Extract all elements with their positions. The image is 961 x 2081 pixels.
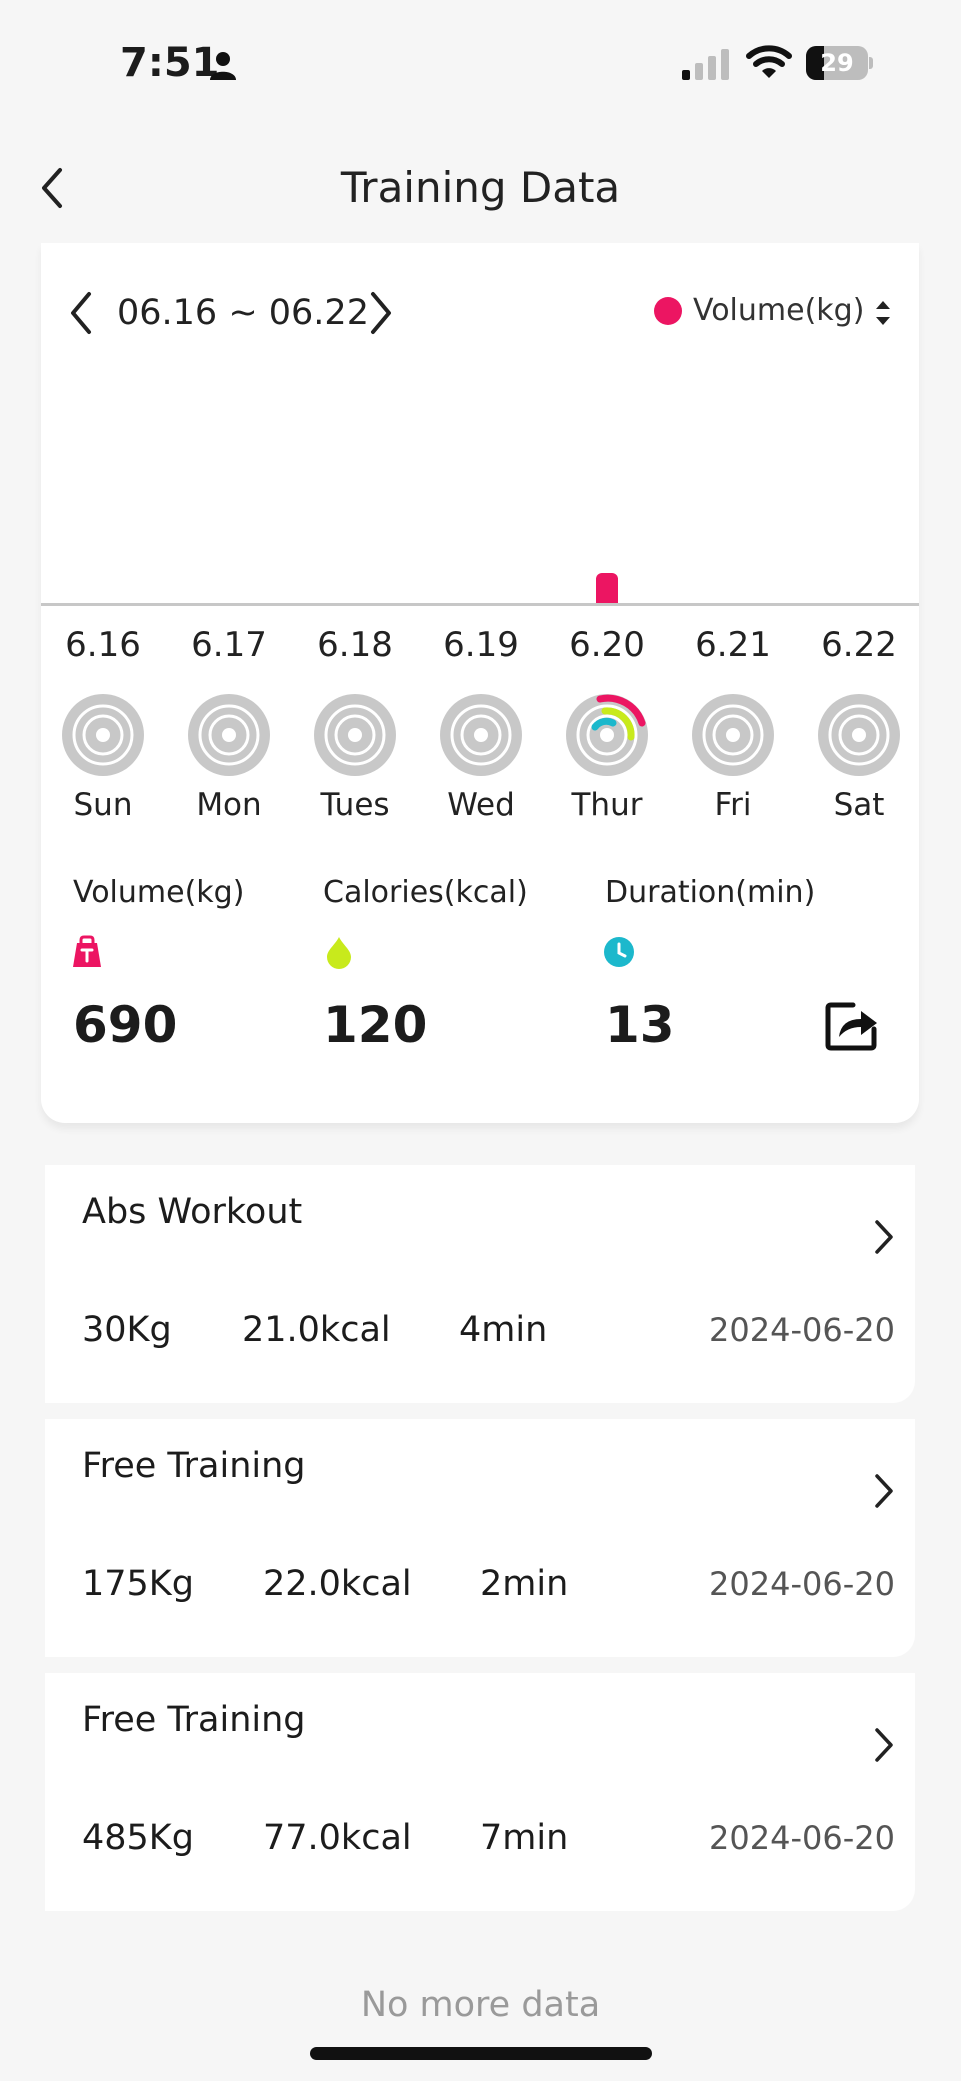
workout-date: 2024-06-20 [709,1311,895,1349]
workout-calories: 21.0kcal [242,1310,391,1350]
day-activity-ring[interactable] [187,693,271,777]
workout-volume: 485Kg [82,1818,194,1858]
day-activity-ring[interactable] [565,693,649,777]
chevron-right-icon [875,1220,893,1254]
volume-bar-chart [41,363,919,605]
day-date-label: 6.20 [569,625,645,665]
clock-icon [604,937,634,967]
wifi-icon [746,45,792,78]
day-date-label: 6.18 [317,625,393,665]
workout-date: 2024-06-20 [709,1819,895,1857]
workout-record-card[interactable]: Free Training 485Kg 77.0kcal 7min 2024-06-20 [45,1673,915,1911]
day-activity-ring[interactable] [817,693,901,777]
workout-title: Abs Workout [82,1192,303,1232]
share-icon[interactable] [825,999,879,1051]
legend-dot [654,297,682,325]
workout-record-card[interactable]: Abs Workout 30Kg 21.0kcal 4min 2024-06-20 [45,1165,915,1403]
kettlebell-icon [73,935,101,967]
chart-baseline [41,603,919,606]
metric-legend-label[interactable]: Volume(kg) [693,289,864,333]
no-more-data-label: No more data [360,1985,601,2025]
person-icon [210,52,236,80]
next-week-button[interactable] [363,288,399,338]
page-title: Training Data [340,163,621,212]
status-time: 7:51 [120,40,220,86]
workout-duration: 7min [480,1818,569,1858]
workout-date: 2024-06-20 [709,1565,895,1603]
home-indicator[interactable] [310,2047,652,2060]
day-date-label: 6.16 [65,625,141,665]
workout-duration: 4min [459,1310,548,1350]
chart-bar[interactable] [596,572,618,603]
workout-duration: 2min [480,1564,569,1604]
workout-volume: 175Kg [82,1564,194,1604]
weekday-label: Sat [833,787,885,823]
previous-week-button[interactable] [63,288,99,338]
day-activity-ring[interactable] [691,693,775,777]
calories-stat-label: Calories(kcal) [323,875,528,910]
weekday-label: Tues [320,787,390,823]
day-activity-ring[interactable] [439,693,523,777]
calories-stat-value: 120 [323,996,428,1054]
volume-stat-label: Volume(kg) [73,875,245,910]
weekday-label: Fri [714,787,752,823]
duration-stat-label: Duration(min) [605,875,816,910]
week-range: 06.16 ~ 06.22 [117,293,369,333]
status-bar: 7:51 29 [0,0,961,130]
workout-title: Free Training [82,1446,306,1486]
sort-toggle-icon[interactable] [873,297,893,329]
weekly-summary-card: 06.16 ~ 06.22 Volume(kg) 6.16 Sun 6.17 Mon 6… [41,243,919,1123]
workout-volume: 30Kg [82,1310,172,1350]
volume-stat-value: 690 [73,996,178,1054]
day-date-label: 6.21 [695,625,771,665]
duration-stat-value: 13 [605,996,675,1054]
battery-indicator: 29 [806,46,873,80]
day-activity-ring[interactable] [61,693,145,777]
day-activity-ring[interactable] [313,693,397,777]
weekday-label: Sun [73,787,133,823]
day-date-label: 6.22 [821,625,897,665]
weekday-label: Thur [571,787,643,823]
cellular-signal-icon [682,49,729,80]
battery-percentage: 29 [820,49,854,77]
flame-drop-icon [327,937,351,969]
day-date-label: 6.19 [443,625,519,665]
workout-calories: 77.0kcal [263,1818,412,1858]
weekday-label: Mon [196,787,262,823]
workout-title: Free Training [82,1700,306,1740]
day-date-label: 6.17 [191,625,267,665]
chevron-right-icon [875,1728,893,1762]
weekday-label: Wed [447,787,515,823]
chevron-right-icon [875,1474,893,1508]
workout-calories: 22.0kcal [263,1564,412,1604]
workout-record-card[interactable]: Free Training 175Kg 22.0kcal 2min 2024-06-20 [45,1419,915,1657]
